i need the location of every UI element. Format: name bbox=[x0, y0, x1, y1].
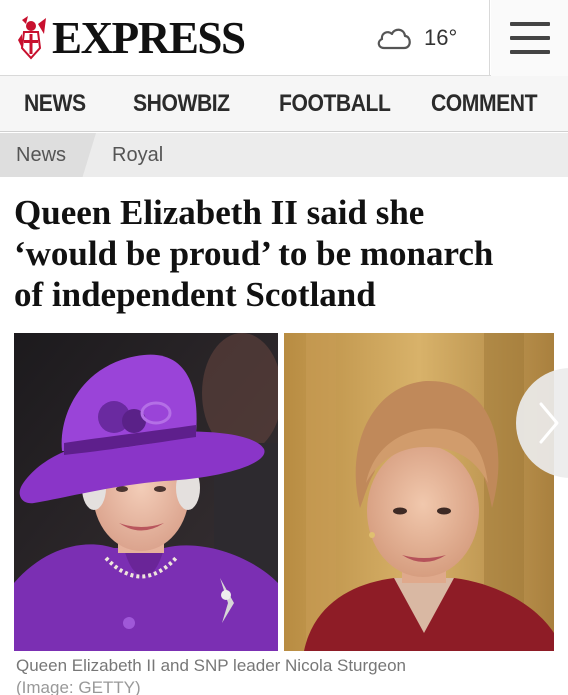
hamburger-menu-icon bbox=[509, 22, 550, 54]
weather-temperature: 16° bbox=[424, 25, 458, 50]
crusader-crest-icon bbox=[18, 16, 46, 60]
nav-item-comment[interactable]: COMMENT bbox=[431, 76, 537, 132]
nav-item-news[interactable]: NEWS bbox=[24, 76, 86, 132]
image-caption: Queen Elizabeth II and SNP leader Nicola… bbox=[16, 656, 406, 675]
nav-item-football[interactable]: FOOTBALL bbox=[279, 76, 391, 132]
site-header: EXPRESS 16° bbox=[0, 0, 568, 76]
image-credit: (Image: GETTY) bbox=[16, 678, 141, 695]
weather-widget[interactable]: 16° bbox=[372, 0, 490, 76]
article-headline: Queen Elizabeth II said she ‘would be pr… bbox=[14, 192, 554, 315]
nav-item-showbiz[interactable]: SHOWBIZ bbox=[133, 76, 230, 132]
breadcrumb: News Royal bbox=[0, 133, 568, 177]
headline-line: ‘would be proud’ to be monarch bbox=[14, 234, 494, 273]
article-lead-image[interactable] bbox=[14, 333, 554, 651]
photo-queen-elizabeth bbox=[14, 333, 282, 651]
logo-wordmark: EXPRESS bbox=[52, 12, 246, 63]
breadcrumb-item-royal[interactable]: Royal bbox=[112, 133, 163, 177]
chevron-right-icon bbox=[539, 402, 559, 444]
menu-button[interactable] bbox=[491, 0, 568, 76]
main-nav: NEWS SHOWBIZ FOOTBALL COMMENT bbox=[0, 76, 568, 132]
express-logo[interactable]: EXPRESS bbox=[14, 10, 249, 66]
cloud-icon bbox=[377, 28, 411, 50]
headline-line: of independent Scotland bbox=[14, 275, 376, 314]
breadcrumb-item-news[interactable]: News bbox=[16, 133, 66, 177]
headline-line: Queen Elizabeth II said she bbox=[14, 193, 425, 232]
photo-nicola-sturgeon bbox=[284, 333, 554, 651]
